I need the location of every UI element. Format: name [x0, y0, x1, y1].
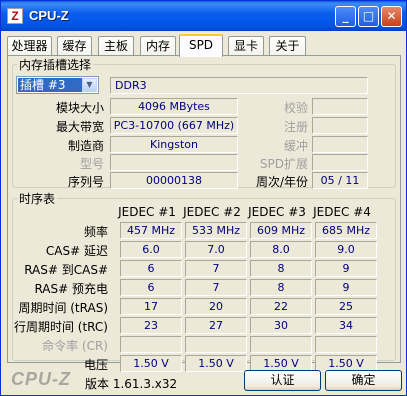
timing-cell: 6: [120, 260, 182, 277]
window-title: CPU-Z: [29, 8, 69, 23]
tab-mainboard[interactable]: 主板: [98, 36, 134, 56]
timing-cell: 1.50 V: [185, 355, 247, 372]
cpu-z-logo: CPU-Z: [11, 369, 71, 389]
timing-cell: 30: [250, 317, 312, 334]
memory-type-field: DDR3: [110, 77, 368, 94]
module-size-label: 模块大小: [55, 101, 104, 115]
slot-select-value: 插槽 #3: [18, 78, 82, 92]
timing-cell: 7.0: [185, 241, 247, 258]
timing-cell: 8.0: [250, 241, 312, 258]
timing-row-label: RAS# 到CAS#: [24, 263, 108, 277]
timing-cell: 6.0: [120, 241, 182, 258]
timing-cell: 685 MHz: [315, 222, 377, 239]
timing-cell: 9: [315, 279, 377, 296]
timing-cell: 9: [315, 260, 377, 277]
maximize-button[interactable]: □: [358, 6, 379, 27]
timing-cell: 25: [315, 298, 377, 315]
minimize-button[interactable]: _: [335, 6, 356, 27]
timing-row-label: CAS# 延迟: [45, 244, 108, 258]
timing-cell: [315, 336, 377, 353]
timing-cell: 20: [185, 298, 247, 315]
serial-number-field: 00000138: [110, 172, 238, 189]
timing-row-label: 频率: [83, 225, 108, 239]
timing-row-label: 行周期时间 (tRC): [13, 320, 108, 334]
timing-cell: [120, 336, 182, 353]
timing-cell: 27: [185, 317, 247, 334]
close-button[interactable]: ✕: [381, 6, 402, 27]
title-bar[interactable]: Z CPU-Z _ □ ✕: [1, 1, 406, 31]
column-header: JEDEC #4: [313, 205, 371, 219]
column-header: JEDEC #3: [248, 205, 306, 219]
chevron-down-icon[interactable]: ▼: [82, 78, 97, 92]
timing-row-label: 周期时间 (tRAS): [18, 301, 108, 315]
timing-row-label: 命令率 (CR): [42, 339, 108, 353]
tab-about[interactable]: 关于: [269, 36, 306, 56]
timing-cell: [185, 336, 247, 353]
registered-label: 注册: [283, 120, 308, 134]
timing-cell: 9.0: [315, 241, 377, 258]
correction-label: 校验: [283, 101, 308, 115]
spd-ext-field: [312, 154, 368, 171]
app-icon: Z: [7, 8, 23, 24]
week-year-field: 05 / 11: [312, 172, 368, 189]
timing-cell: 8: [250, 279, 312, 296]
manufacturer-field: Kingston: [110, 136, 238, 153]
tab-cpu[interactable]: 处理器: [7, 36, 52, 56]
tab-spd[interactable]: SPD: [179, 34, 223, 57]
timings-legend: 时序表: [19, 192, 56, 206]
buffered-label: 缓冲: [283, 139, 308, 153]
column-header: JEDEC #2: [183, 205, 241, 219]
timing-cell: 22: [250, 298, 312, 315]
timing-cell: 533 MHz: [185, 222, 247, 239]
slot-select[interactable]: 插槽 #3 ▼: [16, 76, 99, 94]
spd-panel: 内存插槽选择 插槽 #3 ▼ DDR3 模块大小 4096 MBytes 最大带…: [7, 55, 401, 372]
max-bandwidth-label: 最大带宽: [55, 120, 104, 134]
ok-button[interactable]: 确定: [325, 370, 402, 391]
correction-field: [312, 98, 368, 115]
spd-ext-label: SPD扩展: [259, 157, 308, 171]
timing-cell: 17: [120, 298, 182, 315]
slot-selection-legend: 内存插槽选择: [19, 58, 92, 72]
tab-memory[interactable]: 内存: [140, 36, 176, 56]
buffered-field: [312, 136, 368, 153]
timing-cell: 6: [120, 279, 182, 296]
timing-cell: 609 MHz: [250, 222, 312, 239]
registered-field: [312, 117, 368, 134]
part-number-label: 型号: [79, 157, 104, 171]
week-year-label: 周次/年份: [255, 175, 308, 189]
module-size-field: 4096 MBytes: [110, 98, 238, 115]
max-bandwidth-field: PC3-10700 (667 MHz): [110, 117, 238, 134]
manufacturer-label: 制造商: [67, 139, 104, 153]
tab-graphics[interactable]: 显卡: [228, 36, 264, 56]
timing-row-label: RAS# 预充电: [34, 282, 108, 296]
timing-cell: 8: [250, 260, 312, 277]
timing-cell: 7: [185, 279, 247, 296]
timing-cell: 457 MHz: [120, 222, 182, 239]
serial-number-label: 序列号: [67, 175, 104, 189]
timing-cell: 23: [120, 317, 182, 334]
column-header: JEDEC #1: [118, 205, 176, 219]
tab-cache[interactable]: 缓存: [57, 36, 92, 56]
part-number-field: [110, 154, 238, 171]
cpu-z-window: Z CPU-Z _ □ ✕ 处理器 缓存 主板 内存 SPD 显卡 关于 内存插…: [0, 0, 407, 396]
timing-cell: 7: [185, 260, 247, 277]
validate-button[interactable]: 认证: [244, 370, 321, 391]
timing-cell: 34: [315, 317, 377, 334]
version-label: 版本 1.61.3.x32: [85, 377, 178, 391]
timing-cell: 1.50 V: [120, 355, 182, 372]
timing-cell: [250, 336, 312, 353]
